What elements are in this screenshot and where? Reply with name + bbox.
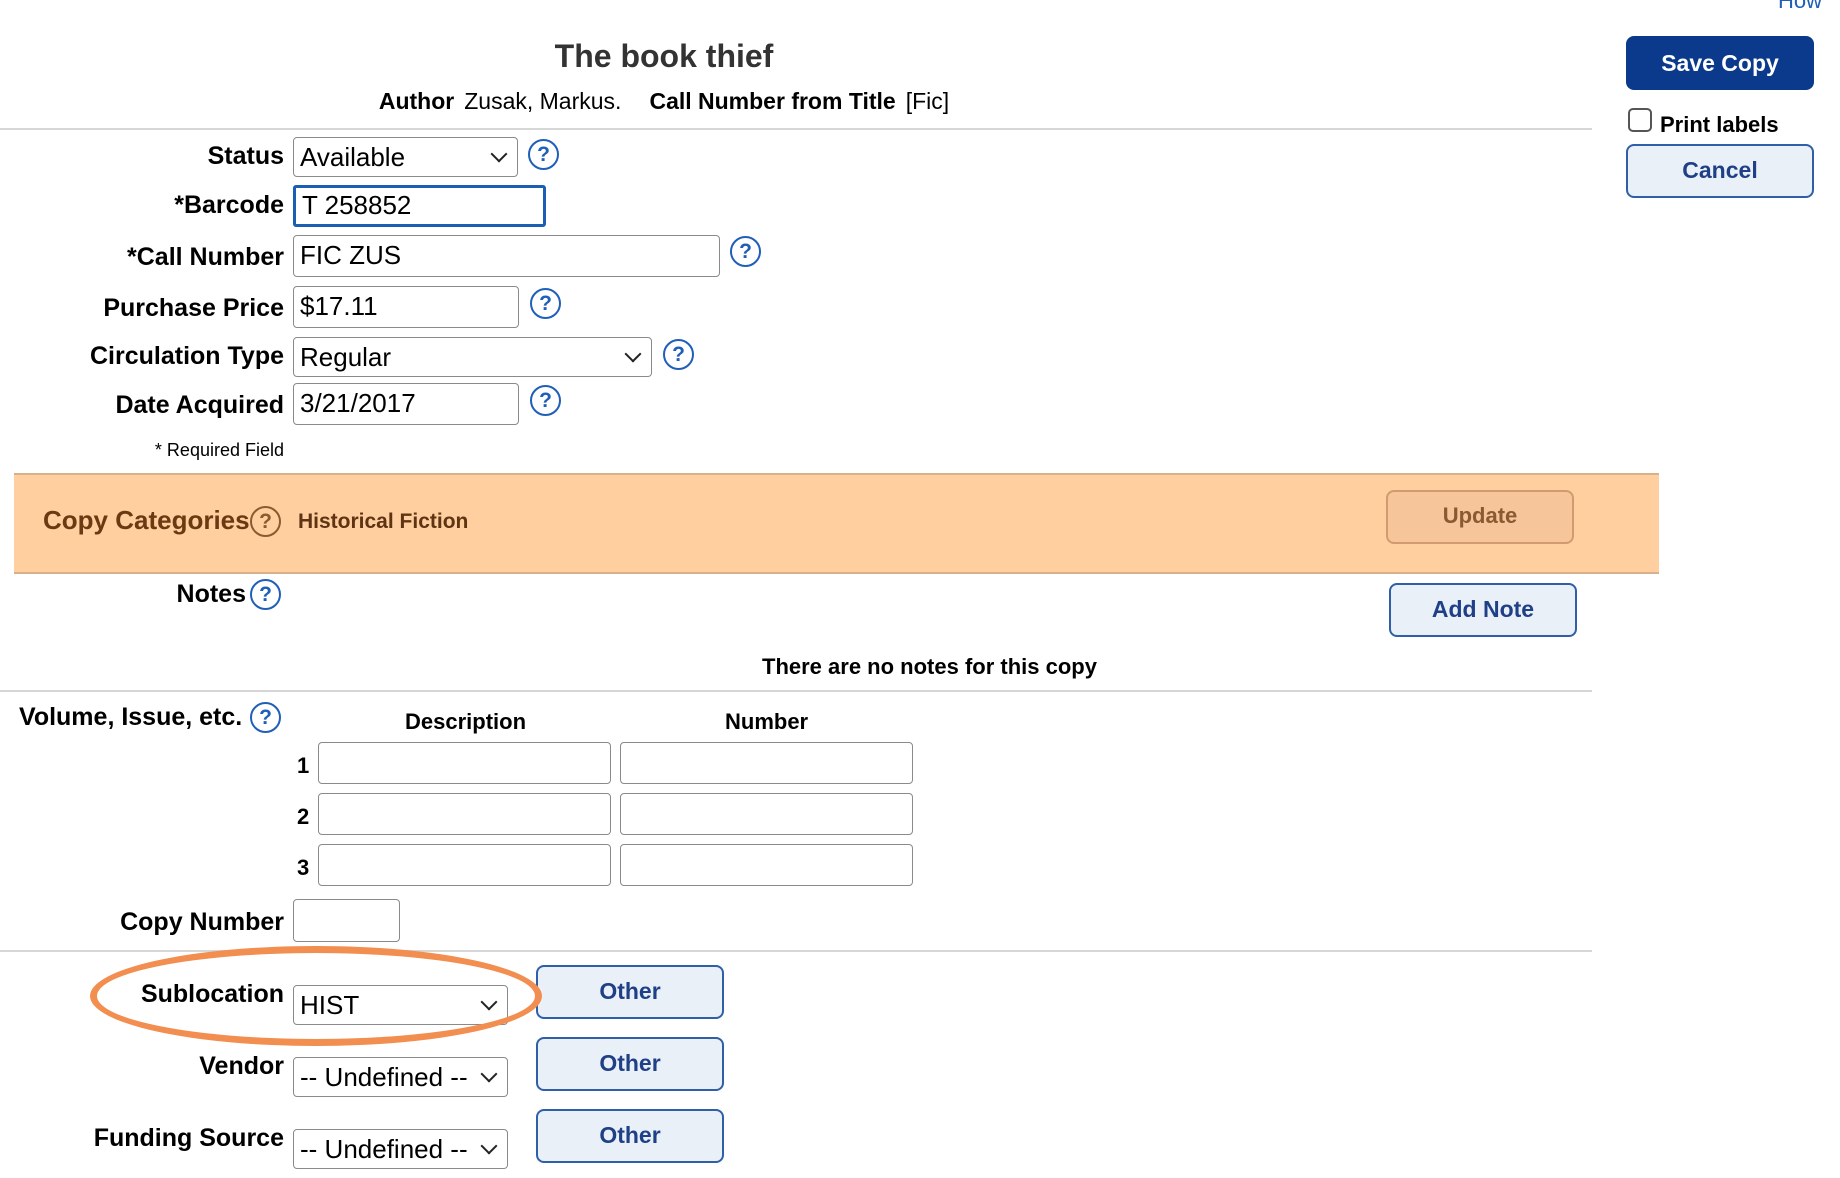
copy-categories-value: Historical Fiction [298, 510, 469, 533]
highlight-ellipse [90, 946, 542, 1046]
print-labels-checkbox[interactable] [1628, 108, 1652, 132]
call-number-label: *Call Number [127, 243, 284, 271]
purchase-price-help-icon[interactable]: ? [530, 288, 561, 319]
author-value: Zusak, Markus. [464, 88, 622, 114]
circulation-type-label: Circulation Type [89, 342, 284, 370]
call-number-input[interactable]: FIC ZUS [293, 235, 720, 277]
volume-description-input[interactable] [318, 742, 611, 784]
date-acquired-label: Date Acquired [115, 391, 284, 419]
book-meta: Author Zusak, Markus. Call Number from Tit… [0, 88, 1328, 115]
vendor-other-button[interactable]: Other [536, 1037, 724, 1091]
copy-number-label: Copy Number [120, 908, 284, 936]
help-link[interactable]: How [1778, 0, 1822, 14]
date-acquired-help-icon[interactable]: ? [530, 385, 561, 416]
copy-number-input[interactable] [293, 899, 400, 942]
required-field-note: * Required Field [154, 440, 284, 460]
volume-label: Volume, Issue, etc. [19, 703, 243, 731]
copy-categories-label: Copy Categories [43, 505, 250, 535]
print-labels-label: Print labels [1660, 112, 1779, 137]
purchase-price-input[interactable]: $17.11 [293, 286, 519, 328]
call-number-help-icon[interactable]: ? [730, 236, 761, 267]
barcode-input[interactable]: T 258852 [293, 185, 546, 227]
call-from-title-label: Call Number from Title [649, 88, 896, 114]
volume-help-icon[interactable]: ? [250, 702, 281, 733]
volume-number-input[interactable] [620, 742, 913, 784]
call-from-title-value: [Fic] [905, 88, 950, 114]
no-notes-message: There are no notes for this copy [762, 654, 1097, 679]
volume-number-input[interactable] [620, 793, 913, 835]
notes-label: Notes [176, 580, 246, 608]
cancel-button[interactable]: Cancel [1626, 144, 1814, 198]
date-acquired-input[interactable]: 3/21/2017 [293, 383, 519, 425]
funding-source-label: Funding Source [93, 1124, 284, 1152]
circulation-type-help-icon[interactable]: ? [663, 339, 694, 370]
circulation-type-select[interactable]: Regular [293, 337, 652, 377]
row-number: 2 [297, 804, 310, 829]
page-title: The book thief [554, 38, 774, 74]
volume-description-input[interactable] [318, 844, 611, 886]
save-copy-button[interactable]: Save Copy [1626, 36, 1814, 90]
status-help-icon[interactable]: ? [528, 139, 559, 170]
volume-number-input[interactable] [620, 844, 913, 886]
vendor-label: Vendor [199, 1052, 284, 1080]
author-label: Author [378, 88, 455, 114]
row-number: 3 [297, 855, 310, 880]
add-note-button[interactable]: Add Note [1389, 583, 1577, 637]
vendor-select[interactable]: -- Undefined -- [293, 1057, 508, 1097]
divider [0, 690, 1592, 692]
sublocation-other-button[interactable]: Other [536, 965, 724, 1019]
copy-categories-help-icon[interactable]: ? [250, 506, 281, 537]
number-column-header: Number [725, 709, 809, 734]
update-button[interactable]: Update [1386, 490, 1574, 544]
divider [0, 128, 1592, 130]
description-column-header: Description [405, 709, 527, 734]
notes-help-icon[interactable]: ? [250, 579, 281, 610]
funding-source-other-button[interactable]: Other [536, 1109, 724, 1163]
funding-source-select[interactable]: -- Undefined -- [293, 1129, 508, 1169]
barcode-label: *Barcode [174, 191, 284, 219]
purchase-price-label: Purchase Price [103, 294, 284, 322]
row-number: 1 [297, 753, 310, 778]
status-label: Status [207, 142, 284, 170]
volume-description-input[interactable] [318, 793, 611, 835]
status-select[interactable]: Available [293, 137, 518, 177]
